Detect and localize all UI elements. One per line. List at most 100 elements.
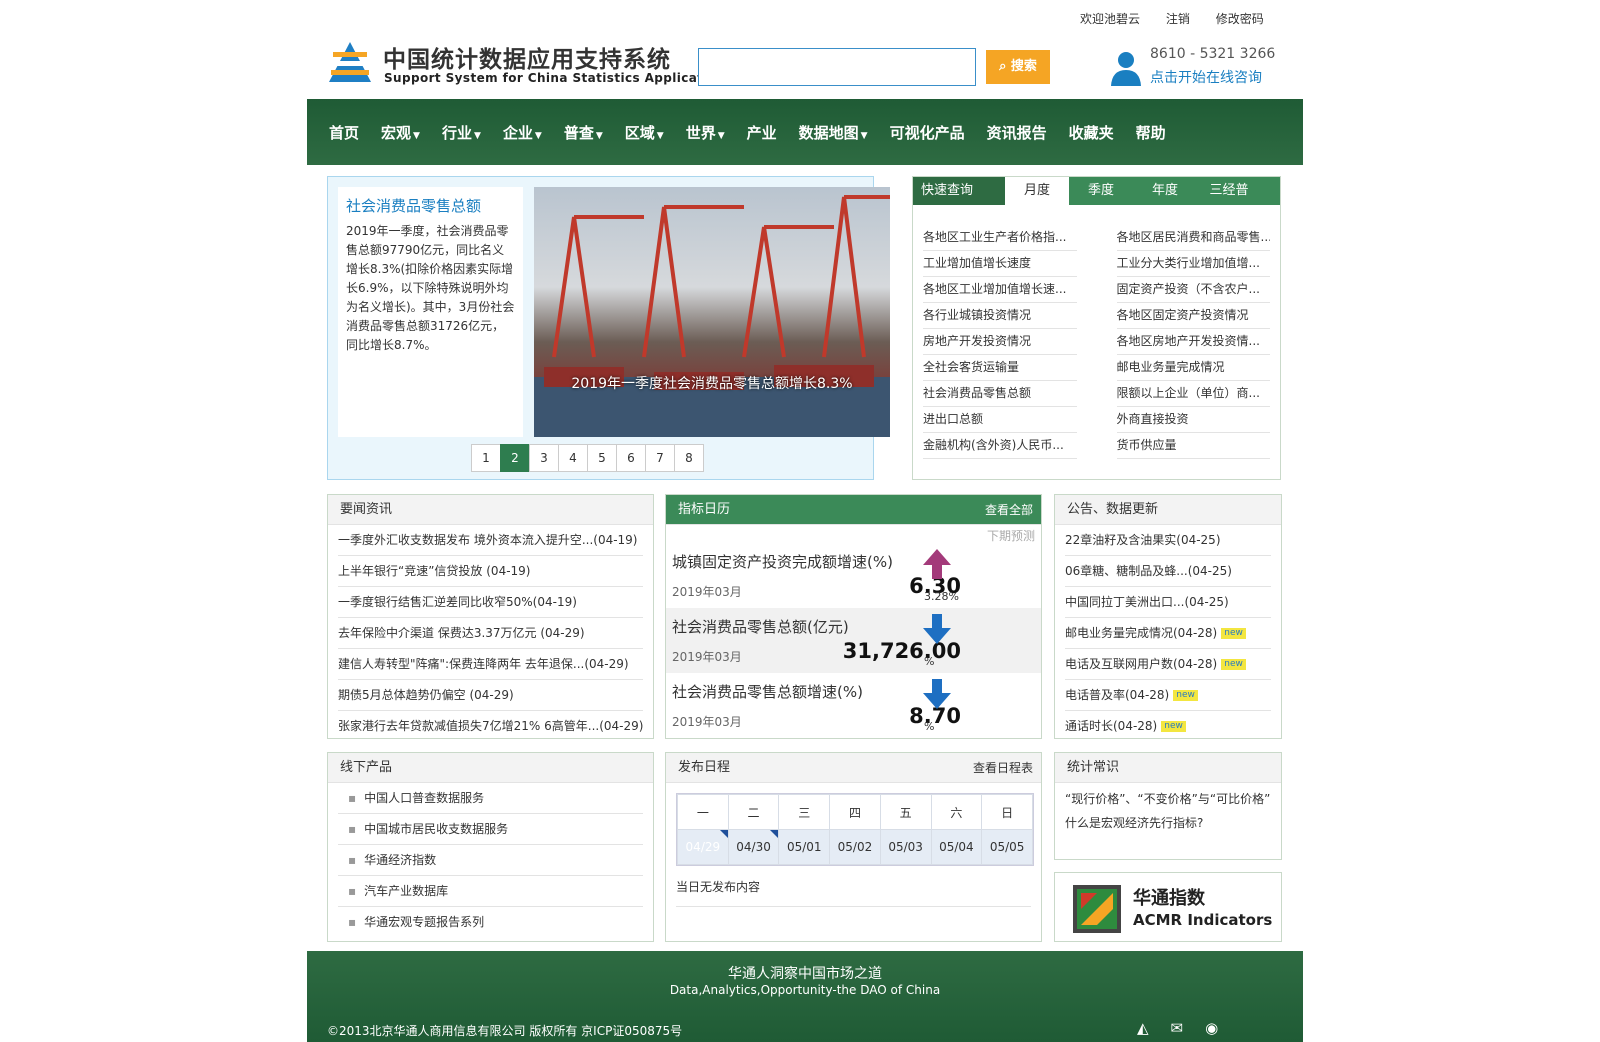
view-schedule-link[interactable]: 查看日程表 <box>973 753 1033 783</box>
offline-item[interactable]: ▪ 中国城市居民收支数据服务 <box>338 814 643 845</box>
quick-query-item[interactable]: 金融机构(含外资)人民币... <box>923 433 1077 459</box>
nav-item[interactable]: 首页 <box>329 122 359 143</box>
logout-link[interactable]: 注销 <box>1166 12 1190 26</box>
quick-tab[interactable]: 月度 <box>1005 177 1069 205</box>
quick-query-item[interactable]: 工业增加值增长速度 <box>923 251 1077 277</box>
calendar-date[interactable]: 05/04 <box>930 829 983 865</box>
indicator-row[interactable]: 社会消费品零售总额增速(%) 2019年03月 8.70% <box>666 673 1041 738</box>
offline-item[interactable]: ▪ 中国人口普查数据服务 <box>338 783 643 814</box>
calendar-date[interactable]: 05/03 <box>879 829 932 865</box>
news-item[interactable]: 一季度银行结售汇逆差同比收窄50%(04-19) <box>338 587 643 618</box>
nav-item[interactable]: 宏观 ▼ <box>381 122 420 143</box>
online-consult-link[interactable]: 点击开始在线咨询 <box>1150 67 1262 87</box>
quick-query-item[interactable]: 外商直接投资 <box>1116 407 1270 433</box>
offline-item[interactable]: ▪ 华通宏观专题报告系列 <box>338 907 643 937</box>
nav-item[interactable]: 行业 ▼ <box>442 122 481 143</box>
weibo-icon[interactable]: ◉ <box>1205 1019 1218 1037</box>
quick-query-item[interactable]: 社会消费品零售总额 <box>923 381 1077 407</box>
slider-image[interactable]: 2019年一季度社会消费品零售总额增长8.3% <box>534 187 890 437</box>
acmr-logo-icon[interactable]: ◭ <box>1137 1019 1149 1037</box>
new-badge: new <box>1221 628 1246 639</box>
quick-query-item[interactable]: 各地区工业生产者价格指... <box>923 225 1077 251</box>
quick-query-item[interactable]: 全社会客货运输量 <box>923 355 1077 381</box>
notice-item[interactable]: 电话普及率(04-28) new <box>1065 680 1271 711</box>
new-badge: new <box>1221 659 1246 670</box>
pager-button[interactable]: 8 <box>674 444 704 472</box>
wechat-icon[interactable]: ✉ <box>1171 1019 1184 1037</box>
notice-item[interactable]: 通话时长(04-28) new <box>1065 711 1271 741</box>
nav-item[interactable]: 可视化产品 <box>890 122 965 143</box>
quick-query-item[interactable]: 各地区居民消费和商品零售... <box>1116 225 1270 251</box>
quick-tab[interactable]: 季度 <box>1069 177 1133 205</box>
nav-item-label: 世界 <box>685 123 716 142</box>
news-item[interactable]: 一季度外汇收支数据发布 境外资本流入提升空...(04-19) <box>338 525 643 556</box>
knowledge-item[interactable]: “现行价格”、“不变价格”与“可比价格” <box>1065 787 1271 811</box>
offline-item[interactable]: ▪ 汽车产业数据库 <box>338 876 643 907</box>
nav-item[interactable]: 数据地图 ▼ <box>799 122 868 143</box>
pager-button[interactable]: 4 <box>558 444 588 472</box>
pager-button[interactable]: 7 <box>645 444 675 472</box>
huatong-index-banner[interactable]: 华通指数 ACMR Indicators <box>1054 872 1282 942</box>
schedule-title: 发布日程 <box>678 760 731 775</box>
knowledge-item[interactable]: 什么是宏观经济先行指标? <box>1065 811 1271 835</box>
quick-query-item[interactable]: 限额以上企业（单位）商... <box>1116 381 1270 407</box>
nav-item[interactable]: 资讯报告 <box>987 122 1047 143</box>
calendar-date[interactable]: 04/30 <box>727 829 780 865</box>
huatong-logo-icon <box>1073 885 1121 933</box>
news-item[interactable]: 上半年银行“竞速”信贷投放 (04-19) <box>338 556 643 587</box>
pager-button[interactable]: 5 <box>587 444 617 472</box>
footer-slogan: 华通人洞察中国市场之道 <box>728 966 882 982</box>
calendar-date[interactable]: 05/05 <box>981 829 1033 865</box>
calendar-date[interactable]: 05/01 <box>778 829 831 865</box>
quick-query-item[interactable]: 各行业城镇投资情况 <box>923 303 1077 329</box>
quick-query-item[interactable]: 各地区固定资产投资情况 <box>1116 303 1270 329</box>
quick-tab[interactable]: 三经普 <box>1197 177 1261 205</box>
notice-item[interactable]: 邮电业务量完成情况(04-28) new <box>1065 618 1271 649</box>
search-button[interactable]: ⌕ 搜索 <box>986 50 1050 84</box>
huatong-subtitle: ACMR Indicators <box>1133 911 1273 929</box>
nav-item[interactable]: 企业 ▼ <box>503 122 542 143</box>
pager-button[interactable]: 2 <box>500 444 530 472</box>
notice-item[interactable]: 22章油籽及含油果实(04-25) <box>1065 525 1271 556</box>
notice-text: 邮电业务量完成情况(04-28) <box>1065 626 1218 640</box>
offline-item[interactable]: ▪ 华通经济指数 <box>338 845 643 876</box>
news-item[interactable]: 期债5月总体趋势仍偏空 (04-29) <box>338 680 643 711</box>
notice-item[interactable]: 电话及互联网用户数(04-28) new <box>1065 649 1271 680</box>
slider-caption: 2019年一季度社会消费品零售总额增长8.3% <box>571 376 853 392</box>
calendar-date[interactable]: 05/02 <box>829 829 881 865</box>
change-password-link[interactable]: 修改密码 <box>1216 12 1264 26</box>
quick-query-item[interactable]: 各地区工业增加值增长速... <box>923 277 1077 303</box>
quick-query-item[interactable]: 进出口总额 <box>923 407 1077 433</box>
pager-button[interactable]: 3 <box>529 444 559 472</box>
pager-button[interactable]: 1 <box>471 444 501 472</box>
quick-tab[interactable]: 年度 <box>1133 177 1197 205</box>
nav-item[interactable]: 产业 <box>747 122 777 143</box>
nav-item[interactable]: 帮助 <box>1136 122 1166 143</box>
nav-item[interactable]: 收藏夹 <box>1069 122 1114 143</box>
pager-button[interactable]: 6 <box>616 444 646 472</box>
notice-item[interactable]: 中国同拉丁美洲出口...(04-25) <box>1065 587 1271 618</box>
indicator-row[interactable]: 社会消费品零售总额(亿元) 2019年03月 31,726.00% <box>666 608 1041 673</box>
calendar-date[interactable]: 04/29 <box>677 829 729 865</box>
notice-item[interactable]: 06章糖、糖制品及蜂...(04-25) <box>1065 556 1271 587</box>
quick-query-item[interactable]: 固定资产投资（不含农户... <box>1116 277 1270 303</box>
logo-mark-icon <box>329 42 371 82</box>
quick-query-item[interactable]: 各地区房地产开发投资情... <box>1116 329 1270 355</box>
news-item[interactable]: 建信人寿转型"阵痛":保费连降两年 去年退保...(04-29) <box>338 649 643 680</box>
site-logo[interactable]: 中国统计数据应用支持系统 Support System for China St… <box>327 40 725 88</box>
indicator-row[interactable]: 城镇固定资产投资完成额增速(%) 2019年03月 6.30 3.28% <box>666 543 1041 608</box>
nav-item[interactable]: 世界 ▼ <box>686 122 725 143</box>
news-item[interactable]: 张家港行去年贷款减值损失7亿增21% 6高管年...(04-29) <box>338 711 643 741</box>
quick-query-item[interactable]: 工业分大类行业增加值增... <box>1116 251 1270 277</box>
view-all-link[interactable]: 查看全部 <box>985 495 1033 525</box>
quick-query-item[interactable]: 邮电业务量完成情况 <box>1116 355 1270 381</box>
search-input[interactable] <box>698 48 976 86</box>
news-item[interactable]: 去年保险中介渠道 保费达3.37万亿元 (04-29) <box>338 618 643 649</box>
quick-query-item[interactable]: 房地产开发投资情况 <box>923 329 1077 355</box>
nav-item[interactable]: 普查 ▼ <box>564 122 603 143</box>
slider-text-panel: 社会消费品零售总额 2019年一季度，社会消费品零售总额97790亿元，同比名义… <box>338 187 523 437</box>
quick-query-item[interactable]: 货币供应量 <box>1116 433 1270 459</box>
new-badge: new <box>1173 690 1198 701</box>
slider-title[interactable]: 社会消费品零售总额 <box>346 195 515 216</box>
nav-item[interactable]: 区域 ▼ <box>625 122 664 143</box>
